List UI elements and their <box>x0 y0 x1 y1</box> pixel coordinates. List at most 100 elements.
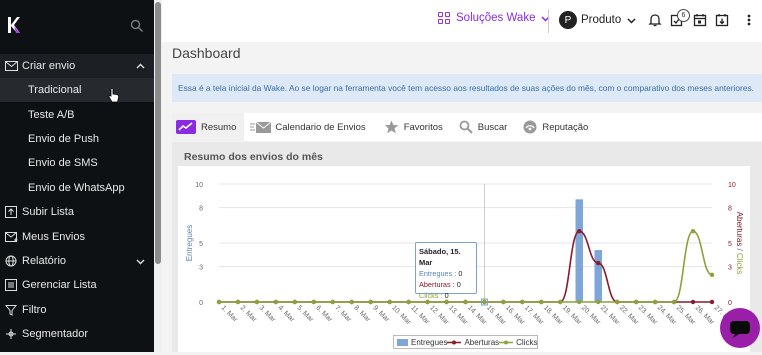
calendar-icon[interactable] <box>693 13 707 27</box>
sidebar-subitem-tradicional[interactable]: Tradicional <box>0 78 154 102</box>
sidebar-item-label: Criar envio <box>22 60 76 72</box>
tab-reputacao[interactable]: Reputação <box>523 113 588 141</box>
tab-favoritos[interactable]: Favoritos <box>384 113 443 141</box>
sidebar-item-label: Subir Lista <box>22 206 74 218</box>
x-tick-label: 3. Mar <box>258 304 277 323</box>
x-tick-label: 25. Mar <box>675 304 697 326</box>
legend-item-clicks[interactable]: Clicks <box>499 338 538 347</box>
x-tick-label: 14. Mar <box>466 304 488 326</box>
x-tick-label: 2. Mar <box>239 304 258 323</box>
point-clicks <box>330 299 335 305</box>
sidebar-item-criar-envio[interactable]: Criar envio <box>0 54 154 78</box>
download-calendar-icon[interactable] <box>715 13 729 27</box>
x-tick-label: 5. Mar <box>295 304 314 323</box>
org-name: Soluções Wake <box>456 12 536 24</box>
y-tick-right: 8 <box>728 206 732 213</box>
avatar: P <box>559 11 577 29</box>
point-clicks <box>577 299 582 305</box>
mail-list-icon <box>4 231 18 243</box>
search-icon <box>459 120 473 134</box>
sidebar-item-label: Gerenciar Lista <box>22 279 97 291</box>
x-tick-label: 17. Mar <box>523 304 545 326</box>
tab-calendario[interactable]: Calendario de Envios <box>250 113 366 141</box>
sidebar-subitem-envio-whatsapp[interactable]: Envio de WhatsApp <box>28 176 125 200</box>
x-tick-label: 11. Mar <box>409 304 431 326</box>
chevron-down-icon[interactable] <box>136 257 145 266</box>
point-clicks <box>520 299 525 305</box>
tooltip-row-clicks: Clicks : 0 <box>419 291 449 300</box>
x-tick-label: 18. Mar <box>542 304 564 326</box>
globe-icon <box>4 255 18 267</box>
product-selector[interactable]: P Produto <box>559 11 636 29</box>
chat-button[interactable] <box>720 308 760 348</box>
tab-label: Buscar <box>477 121 508 133</box>
tab-resumo[interactable]: Resumo <box>172 113 245 141</box>
sidebar-item-relatorio[interactable]: Relatório <box>0 249 154 273</box>
bar-entregues <box>594 250 602 302</box>
legend-item-aberturas[interactable]: Aberturas <box>447 338 499 347</box>
sidebar-item-meus-envios[interactable]: Meus Envios <box>0 225 154 249</box>
divider <box>548 9 549 33</box>
scrollbar-thumb[interactable] <box>155 2 161 264</box>
point-clicks <box>311 299 317 305</box>
chevron-up-icon[interactable] <box>136 62 145 71</box>
chevron-down-icon <box>627 17 636 24</box>
chart-tooltip: Sábado, 15. Mar Entregues : 0 Aberturas … <box>415 242 477 300</box>
more-vertical-icon[interactable] <box>746 13 752 27</box>
bell-icon[interactable] <box>648 13 662 27</box>
chart-legend: Entregues Aberturas Clicks <box>393 335 538 349</box>
apps-grid-icon <box>438 12 450 24</box>
legend-item-entregues[interactable]: Entregues <box>397 338 447 347</box>
point-clicks <box>216 299 222 305</box>
sidebar-subitem-envio-sms[interactable]: Envio de SMS <box>28 151 98 175</box>
bar-entregues <box>575 199 584 302</box>
point-clicks <box>406 299 411 305</box>
point-clicks <box>368 299 373 305</box>
point-aberturas <box>709 299 715 305</box>
legend-swatch <box>447 340 462 344</box>
sidebar-scrollbar[interactable] <box>154 0 162 352</box>
y-tick-left: 3 <box>199 265 203 272</box>
tooltip-row-aberturas: Aberturas : 0 <box>419 280 461 289</box>
org-selector[interactable]: Soluções Wake <box>438 12 551 24</box>
point-clicks <box>292 299 298 305</box>
sidebar-item-subir-lista[interactable]: Subir Lista <box>0 200 154 224</box>
x-tick-label: 22. Mar <box>618 304 640 326</box>
tooltip-title: Sábado, 15. Mar <box>419 247 461 267</box>
y-tick-right: 3 <box>728 265 732 272</box>
y-tick-left: 10 <box>195 182 203 189</box>
sidebar-item-gerenciar-lista[interactable]: Gerenciar Lista <box>0 273 154 297</box>
product-name: Produto <box>581 14 622 26</box>
chat-icon <box>730 321 750 338</box>
wake-logo-icon[interactable] <box>6 15 22 35</box>
x-tick-label: 12. Mar <box>428 304 450 326</box>
sidebar-subitem-teste-ab[interactable]: Teste A/B <box>28 103 74 127</box>
tab-bar: Resumo Calendario de Envios Favoritos Bu… <box>172 113 762 141</box>
sidebar-item-segmentador[interactable]: Segmentador <box>0 322 154 346</box>
chevron-down-icon <box>541 15 551 22</box>
topbar: Soluções Wake P Produto 6 <box>162 0 762 42</box>
envelope-icon <box>4 60 18 72</box>
x-tick-label: 23. Mar <box>637 304 659 326</box>
point-clicks <box>690 229 696 234</box>
y-axis-label-left: Entregues <box>185 225 194 261</box>
point-clicks <box>633 299 639 305</box>
search-icon[interactable] <box>130 19 144 33</box>
tooltip-row-entregues: Entregues : 0 <box>419 269 463 278</box>
send-icon <box>250 121 272 133</box>
tab-buscar[interactable]: Buscar <box>459 113 508 141</box>
sidebar-item-label: Segmentador <box>22 328 89 340</box>
legend-swatch <box>499 340 514 344</box>
y-axis-label-part: Aberturas <box>735 212 744 247</box>
sidebar-item-filtro[interactable]: Filtro <box>0 298 154 322</box>
y-tick-left: 8 <box>199 206 203 213</box>
x-tick-label: 16. Mar <box>504 304 526 326</box>
sidebar-subitem-envio-push[interactable]: Envio de Push <box>28 127 99 151</box>
sidebar-item-label: Meus Envios <box>22 231 85 243</box>
x-tick-label: 4. Mar <box>276 304 295 323</box>
point-clicks <box>671 299 677 305</box>
x-tick-label: 6. Mar <box>314 304 333 323</box>
point-clicks <box>235 299 241 305</box>
x-tick-label: 26. Mar <box>694 304 716 326</box>
reputation-icon <box>523 120 537 134</box>
